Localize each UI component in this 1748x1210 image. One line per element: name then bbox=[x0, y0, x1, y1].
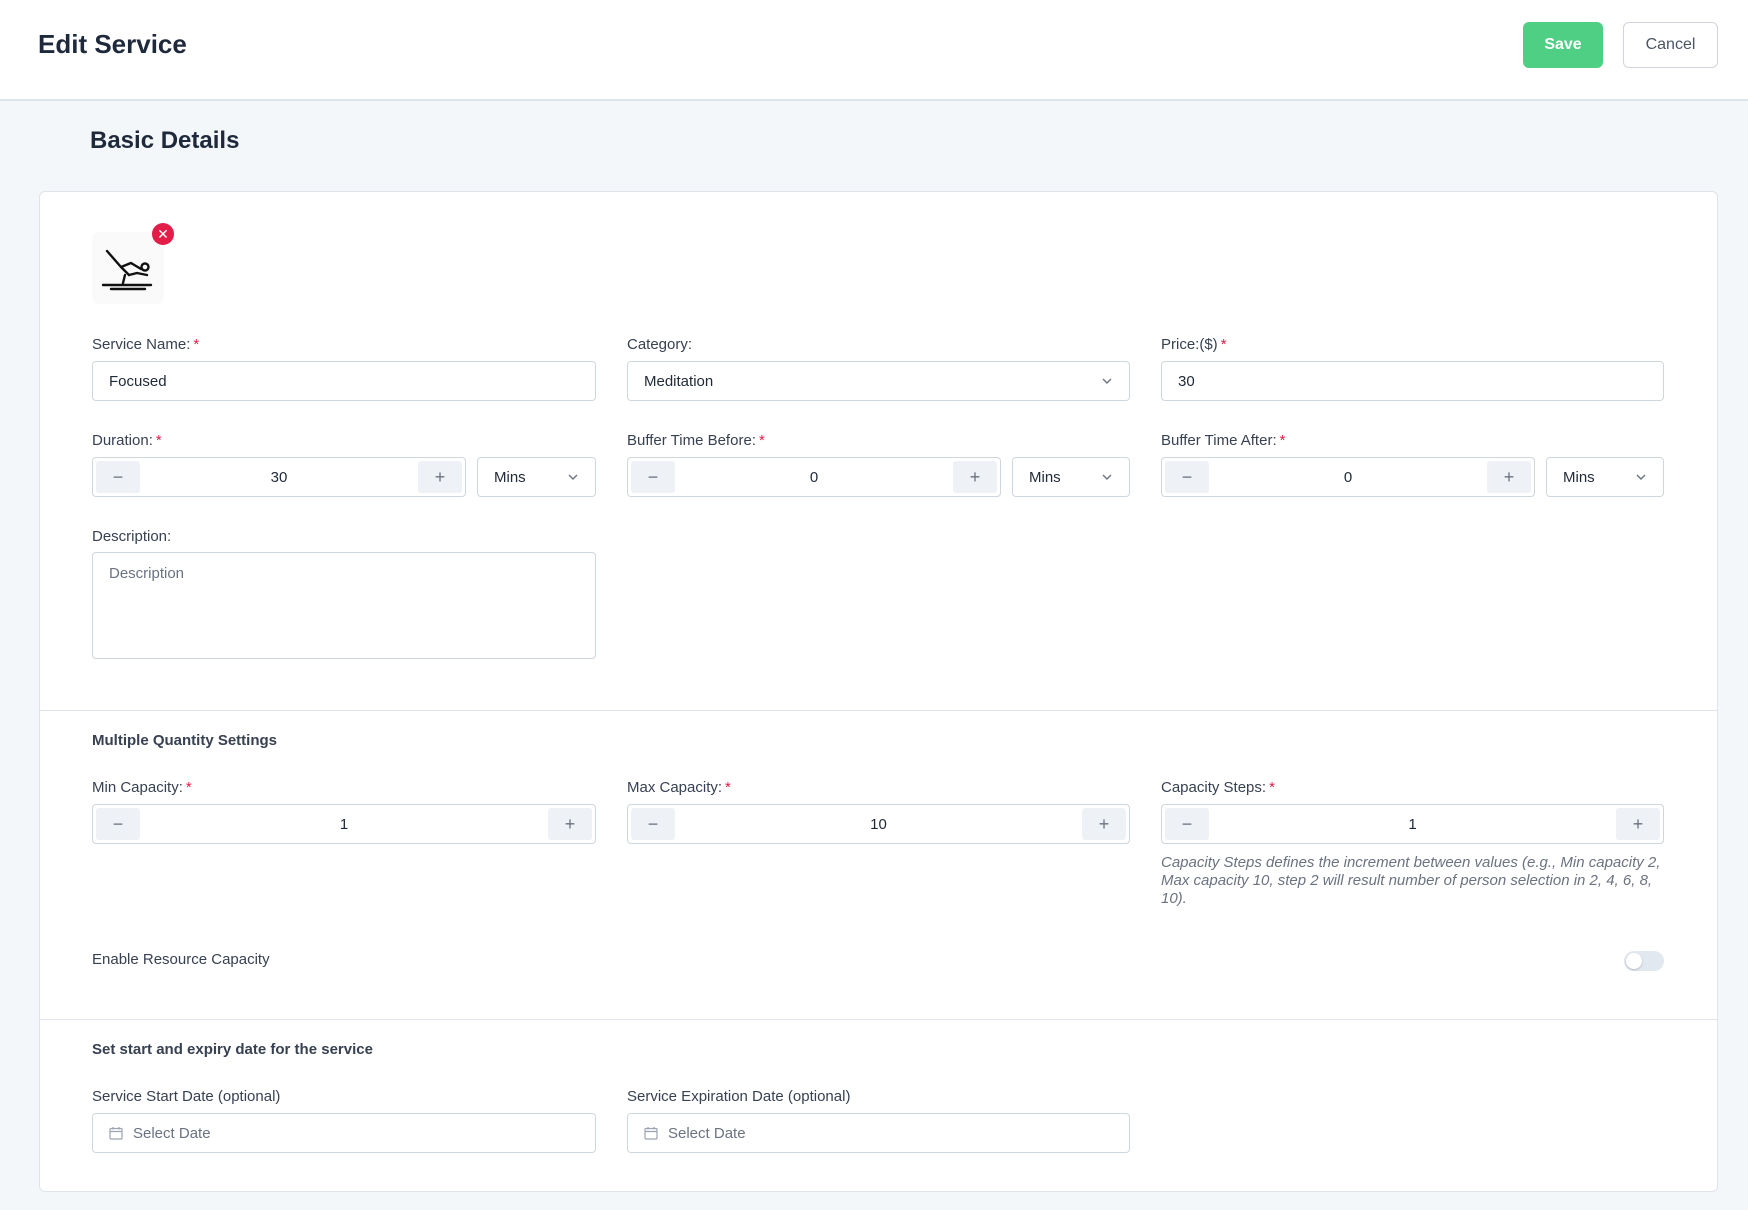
increment-button[interactable]: + bbox=[418, 461, 462, 493]
service-name-input[interactable]: Focused bbox=[92, 361, 596, 401]
buffer-before-label: Buffer Time Before: * bbox=[627, 432, 765, 449]
duration-stepper: − 30 + bbox=[92, 457, 466, 497]
description-textarea[interactable]: Description bbox=[92, 552, 596, 659]
capacity-steps-value[interactable]: 1 bbox=[1212, 805, 1613, 843]
buffer-after-value[interactable]: 0 bbox=[1212, 458, 1484, 496]
decrement-button[interactable]: − bbox=[1165, 461, 1209, 493]
unit-value: Mins bbox=[1029, 468, 1061, 486]
price-input[interactable]: 30 bbox=[1161, 361, 1664, 401]
pilates-exercise-icon bbox=[101, 249, 153, 291]
expiry-date-label: Service Expiration Date (optional) bbox=[627, 1088, 851, 1105]
top-bar: Edit Service Save Cancel bbox=[0, 0, 1748, 101]
category-value: Meditation bbox=[644, 372, 714, 390]
buffer-after-label: Buffer Time After: * bbox=[1161, 432, 1286, 449]
chevron-down-icon bbox=[1636, 474, 1646, 480]
page-title: Edit Service bbox=[38, 29, 187, 59]
buffer-after-stepper: − 0 + bbox=[1161, 457, 1535, 497]
divider bbox=[40, 710, 1717, 711]
max-capacity-label: Max Capacity: * bbox=[627, 779, 731, 796]
save-button[interactable]: Save bbox=[1523, 22, 1603, 68]
capacity-steps-stepper: − 1 + bbox=[1161, 804, 1664, 844]
increment-button[interactable]: + bbox=[548, 808, 592, 840]
start-date-placeholder: Select Date bbox=[133, 1124, 211, 1142]
duration-unit-select[interactable]: Mins bbox=[477, 457, 596, 497]
category-label: Category: bbox=[627, 336, 693, 353]
unit-value: Mins bbox=[1563, 468, 1595, 486]
capacity-steps-hint: Capacity Steps defines the increment bet… bbox=[1161, 854, 1661, 907]
section-title: Basic Details bbox=[90, 127, 240, 154]
increment-button[interactable]: + bbox=[1616, 808, 1660, 840]
decrement-button[interactable]: − bbox=[631, 808, 675, 840]
start-date-input[interactable]: Select Date bbox=[92, 1113, 596, 1153]
resource-capacity-toggle[interactable] bbox=[1624, 951, 1664, 971]
service-name-label: Service Name: * bbox=[92, 336, 200, 353]
expiry-date-placeholder: Select Date bbox=[668, 1124, 746, 1142]
start-date-label: Service Start Date (optional) bbox=[92, 1088, 281, 1105]
service-image[interactable] bbox=[92, 232, 164, 304]
chevron-down-icon bbox=[1102, 378, 1112, 384]
decrement-button[interactable]: − bbox=[96, 808, 140, 840]
dates-section-title: Set start and expiry date for the servic… bbox=[92, 1041, 373, 1058]
cancel-button[interactable]: Cancel bbox=[1623, 22, 1718, 68]
unit-value: Mins bbox=[494, 468, 526, 486]
divider bbox=[40, 1019, 1717, 1020]
remove-image-icon[interactable]: ✕ bbox=[152, 223, 174, 245]
price-label: Price:($) * bbox=[1161, 336, 1227, 353]
chevron-down-icon bbox=[568, 474, 578, 480]
buffer-before-value[interactable]: 0 bbox=[678, 458, 950, 496]
category-select[interactable]: Meditation bbox=[627, 361, 1130, 401]
duration-value[interactable]: 30 bbox=[143, 458, 415, 496]
resource-capacity-label: Enable Resource Capacity bbox=[92, 951, 270, 968]
chevron-down-icon bbox=[1102, 474, 1112, 480]
description-label: Description: bbox=[92, 528, 172, 545]
quantity-section-title: Multiple Quantity Settings bbox=[92, 732, 278, 749]
min-capacity-label: Min Capacity: * bbox=[92, 779, 192, 796]
decrement-button[interactable]: − bbox=[631, 461, 675, 493]
toggle-knob bbox=[1626, 953, 1642, 969]
increment-button[interactable]: + bbox=[1487, 461, 1531, 493]
decrement-button[interactable]: − bbox=[1165, 808, 1209, 840]
service-form-card: ✕ Service Name: * Focused Category: Medit… bbox=[39, 191, 1718, 1192]
buffer-before-unit-select[interactable]: Mins bbox=[1012, 457, 1130, 497]
increment-button[interactable]: + bbox=[953, 461, 997, 493]
decrement-button[interactable]: − bbox=[96, 461, 140, 493]
duration-label: Duration: * bbox=[92, 432, 162, 449]
capacity-steps-label: Capacity Steps: * bbox=[1161, 779, 1275, 796]
calendar-icon bbox=[644, 1127, 658, 1140]
min-capacity-value[interactable]: 1 bbox=[143, 805, 545, 843]
expiry-date-input[interactable]: Select Date bbox=[627, 1113, 1130, 1153]
buffer-before-stepper: − 0 + bbox=[627, 457, 1001, 497]
calendar-icon bbox=[109, 1127, 123, 1140]
max-capacity-stepper: − 10 + bbox=[627, 804, 1130, 844]
max-capacity-value[interactable]: 10 bbox=[678, 805, 1079, 843]
increment-button[interactable]: + bbox=[1082, 808, 1126, 840]
buffer-after-unit-select[interactable]: Mins bbox=[1546, 457, 1664, 497]
min-capacity-stepper: − 1 + bbox=[92, 804, 596, 844]
